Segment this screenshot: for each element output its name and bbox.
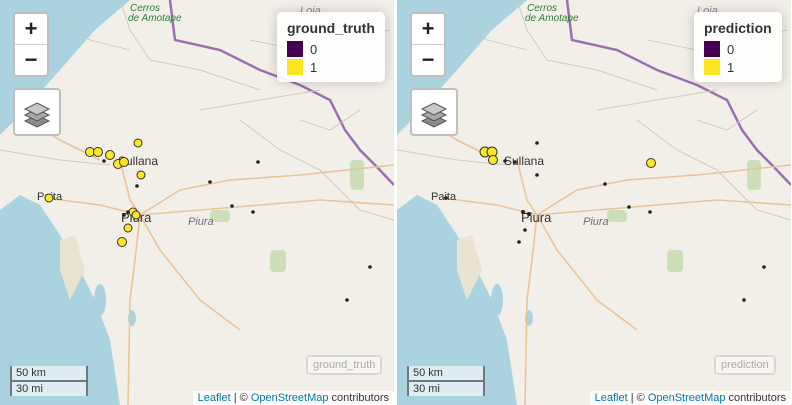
marker-0[interactable] bbox=[135, 184, 139, 188]
scale-bar: 50 km 30 mi bbox=[407, 366, 485, 396]
marker-1[interactable] bbox=[131, 210, 141, 220]
marker-1[interactable] bbox=[117, 237, 127, 247]
osm-link[interactable]: OpenStreetMap bbox=[648, 392, 726, 404]
marker-0[interactable] bbox=[208, 180, 212, 184]
zoom-in-button[interactable]: + bbox=[15, 14, 47, 44]
marker-0[interactable] bbox=[345, 298, 349, 302]
marker-0[interactable] bbox=[503, 159, 507, 163]
legend-item-1: 1 bbox=[704, 58, 772, 76]
marker-1[interactable] bbox=[119, 157, 129, 167]
zoom-control: + − bbox=[13, 12, 49, 77]
marker-0[interactable] bbox=[513, 160, 517, 164]
marker-0[interactable] bbox=[535, 141, 539, 145]
marker-1[interactable] bbox=[123, 223, 133, 233]
layer-toggle-prediction[interactable]: prediction bbox=[714, 355, 776, 375]
layers-icon bbox=[23, 102, 51, 128]
legend-swatch-0 bbox=[704, 41, 720, 57]
zoom-out-button[interactable]: − bbox=[412, 44, 444, 75]
marker-1[interactable] bbox=[44, 193, 54, 203]
marker-0[interactable] bbox=[521, 210, 525, 214]
legend-label-1: 1 bbox=[310, 59, 318, 75]
marker-0[interactable] bbox=[368, 265, 372, 269]
map-panel-ground-truth[interactable]: Cerros de Amotape Loja Sullana Paita Piu… bbox=[0, 0, 394, 405]
marker-0[interactable] bbox=[126, 210, 130, 214]
layers-icon bbox=[420, 102, 448, 128]
legend-item-0: 0 bbox=[287, 40, 375, 58]
attribution: Leaflet | © OpenStreetMap contributors bbox=[192, 391, 394, 405]
legend-title: ground_truth bbox=[287, 20, 375, 36]
marker-1[interactable] bbox=[105, 150, 115, 160]
marker-0[interactable] bbox=[256, 160, 260, 164]
marker-0[interactable] bbox=[251, 210, 255, 214]
marker-0[interactable] bbox=[517, 240, 521, 244]
zoom-control: + − bbox=[410, 12, 446, 77]
legend-item-1: 1 bbox=[287, 58, 375, 76]
attribution-contributors: contributors bbox=[725, 392, 786, 404]
legend-prediction: prediction 0 1 bbox=[694, 12, 782, 82]
marker-0[interactable] bbox=[102, 159, 106, 163]
marker-1[interactable] bbox=[488, 155, 498, 165]
map-panel-prediction[interactable]: Cerros de Amotape Loja Sullana Paita Piu… bbox=[397, 0, 791, 405]
scale-mi: 30 mi bbox=[407, 380, 485, 396]
marker-0[interactable] bbox=[535, 173, 539, 177]
marker-1[interactable] bbox=[136, 170, 146, 180]
marker-0[interactable] bbox=[627, 205, 631, 209]
leaflet-link[interactable]: Leaflet bbox=[595, 392, 628, 404]
scale-mi: 30 mi bbox=[10, 380, 88, 396]
legend-title: prediction bbox=[704, 20, 772, 36]
zoom-in-button[interactable]: + bbox=[412, 14, 444, 44]
attribution-contributors: contributors bbox=[328, 392, 389, 404]
marker-0[interactable] bbox=[230, 204, 234, 208]
attribution-separator: | © bbox=[230, 392, 251, 404]
marker-0[interactable] bbox=[762, 265, 766, 269]
marker-0[interactable] bbox=[527, 212, 531, 216]
legend-swatch-1 bbox=[704, 59, 720, 75]
marker-1[interactable] bbox=[93, 147, 103, 157]
legend-item-0: 0 bbox=[704, 40, 772, 58]
marker-0[interactable] bbox=[444, 196, 448, 200]
legend-label-0: 0 bbox=[310, 41, 318, 57]
osm-link[interactable]: OpenStreetMap bbox=[251, 392, 329, 404]
layers-control-button[interactable] bbox=[410, 88, 458, 136]
marker-1[interactable] bbox=[133, 138, 143, 148]
attribution: Leaflet | © OpenStreetMap contributors bbox=[589, 391, 791, 405]
legend-swatch-0 bbox=[287, 41, 303, 57]
marker-0[interactable] bbox=[603, 182, 607, 186]
legend-ground-truth: ground_truth 0 1 bbox=[277, 12, 385, 82]
zoom-out-button[interactable]: − bbox=[15, 44, 47, 75]
legend-swatch-1 bbox=[287, 59, 303, 75]
marker-0[interactable] bbox=[523, 228, 527, 232]
marker-1[interactable] bbox=[646, 158, 656, 168]
marker-0[interactable] bbox=[122, 213, 126, 217]
leaflet-link[interactable]: Leaflet bbox=[198, 392, 231, 404]
attribution-separator: | © bbox=[627, 392, 648, 404]
legend-label-0: 0 bbox=[727, 41, 735, 57]
scale-bar: 50 km 30 mi bbox=[10, 366, 88, 396]
marker-0[interactable] bbox=[742, 298, 746, 302]
layers-control-button[interactable] bbox=[13, 88, 61, 136]
marker-0[interactable] bbox=[648, 210, 652, 214]
layer-toggle-ground-truth[interactable]: ground_truth bbox=[306, 355, 383, 375]
legend-label-1: 1 bbox=[727, 59, 735, 75]
